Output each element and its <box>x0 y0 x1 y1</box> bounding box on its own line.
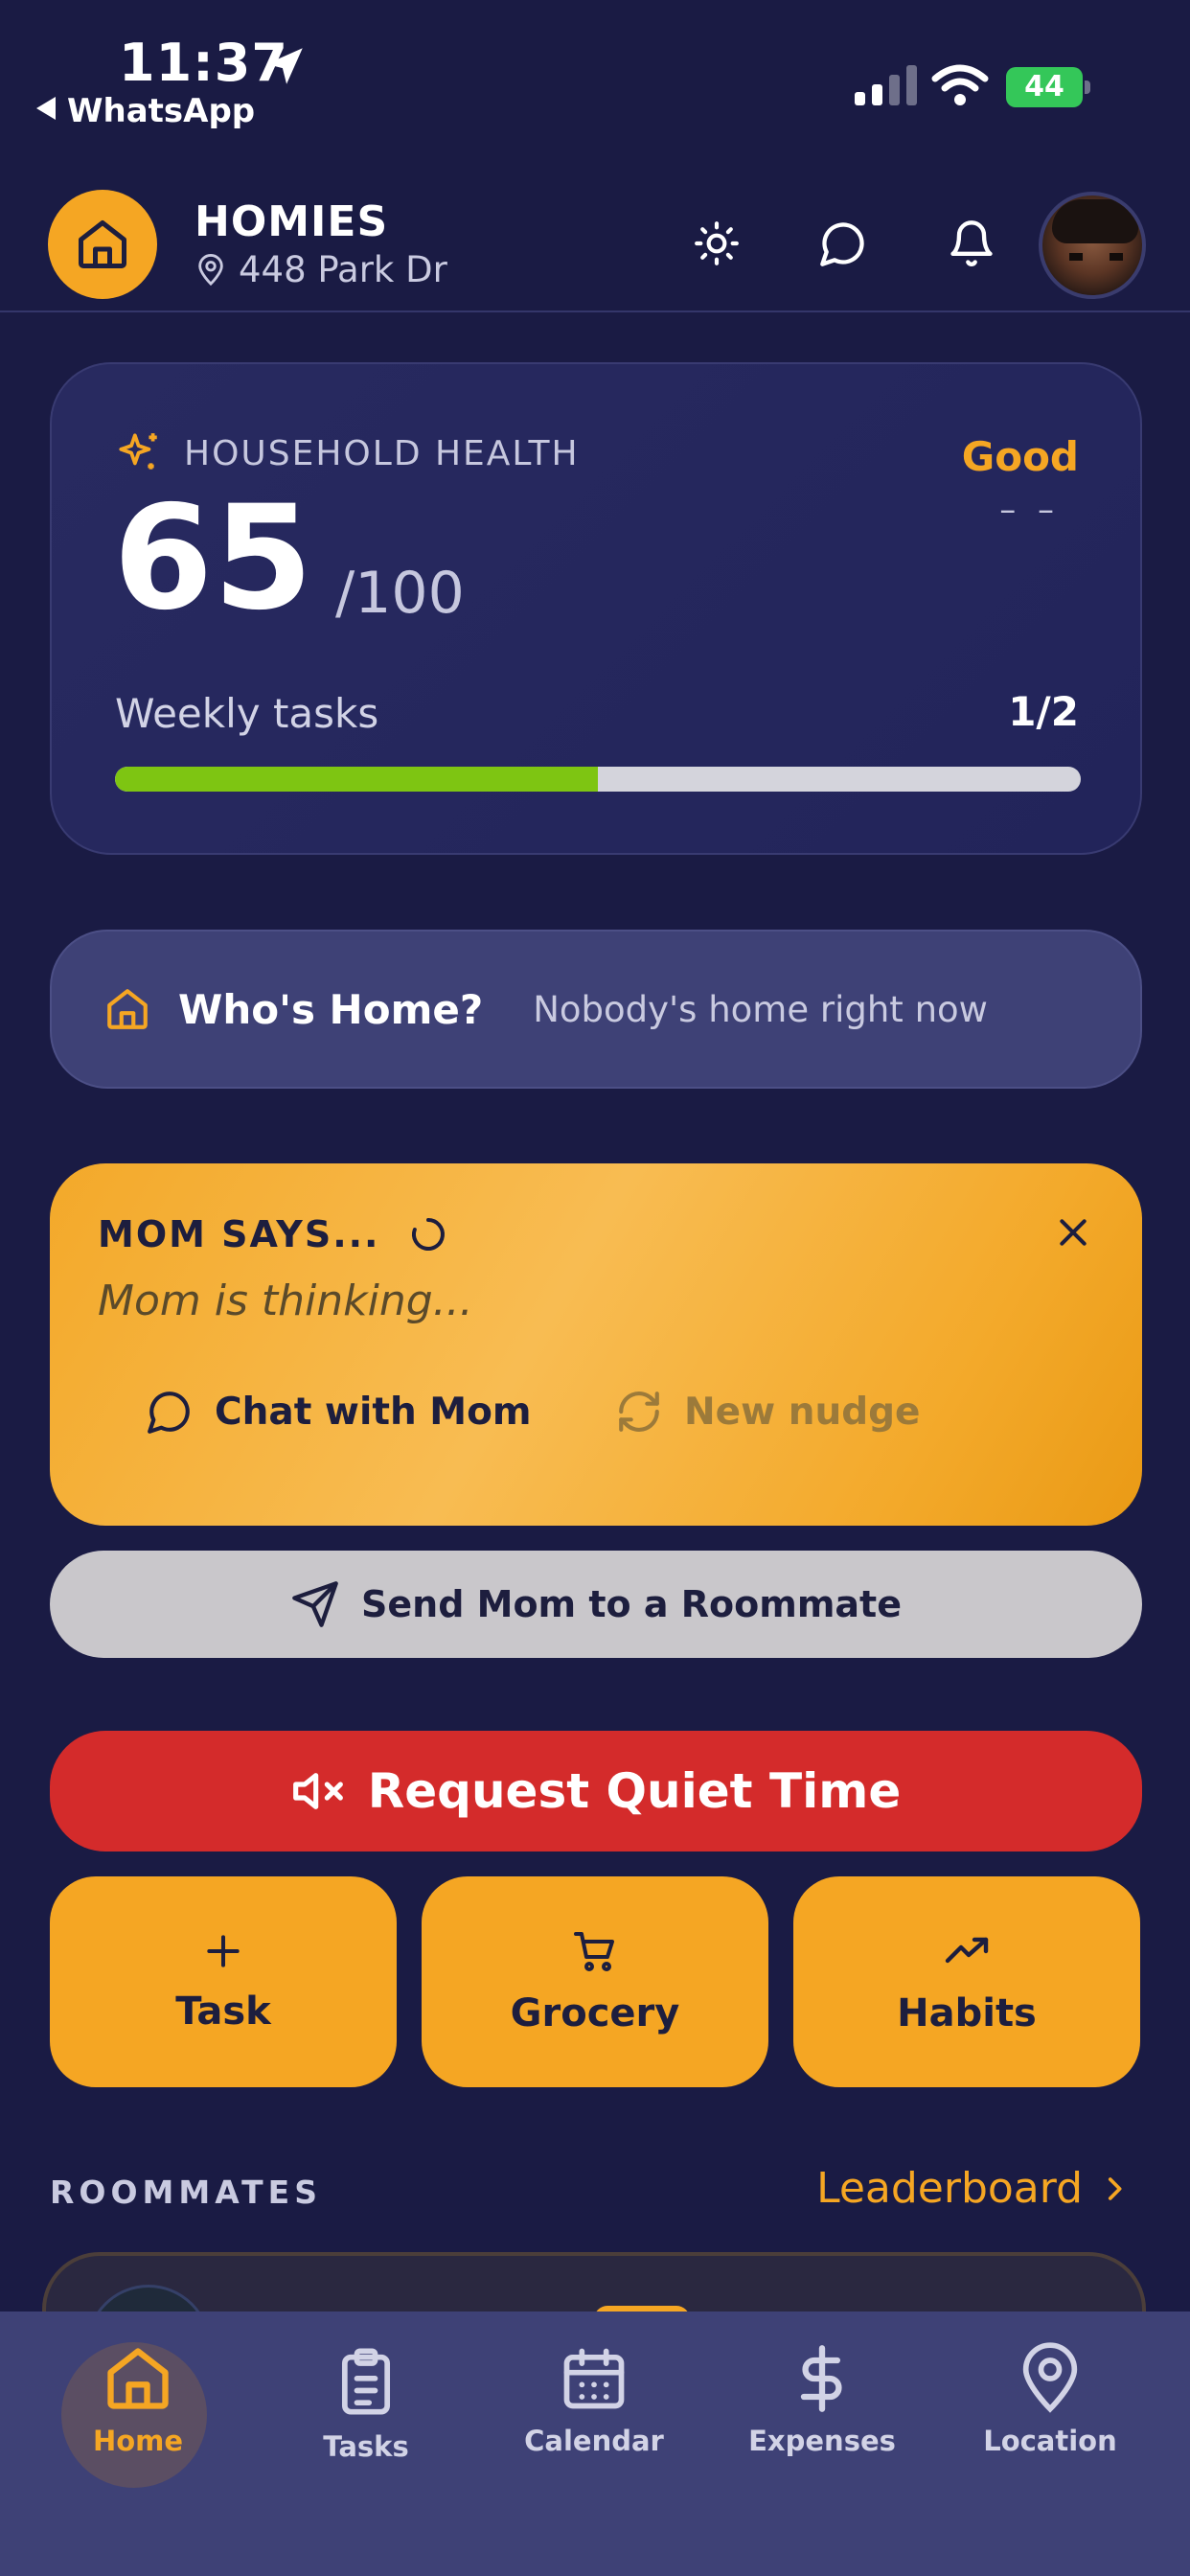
health-score: 65 <box>113 475 313 642</box>
chevron-right-icon <box>1108 2176 1122 2200</box>
messages-button[interactable] <box>814 215 872 272</box>
bottom-nav: Home Tasks Calendar Expenses Location <box>0 2312 1190 2576</box>
nav-location[interactable]: Location <box>954 2312 1146 2494</box>
weekly-tasks-count: 1/2 <box>1008 688 1079 735</box>
weekly-tasks-progress <box>115 767 1081 792</box>
cart-icon <box>574 1932 614 1971</box>
address-text: 448 Park Dr <box>239 249 447 290</box>
notifications-button[interactable] <box>943 215 1000 272</box>
whos-home-title: Who's Home? <box>178 985 484 1033</box>
habits-button[interactable]: Habits <box>793 1876 1140 2087</box>
send-mom-to-roommate-button[interactable]: Send Mom to a Roommate <box>50 1551 1142 1658</box>
weekly-tasks-progress-fill <box>115 767 598 792</box>
request-quiet-time-button[interactable]: Request Quiet Time <box>50 1731 1142 1852</box>
nav-tasks[interactable]: Tasks <box>270 2312 462 2494</box>
back-arrow-icon <box>36 97 56 120</box>
nav-home[interactable]: Home <box>42 2312 234 2494</box>
refresh-icon <box>619 1392 659 1432</box>
nav-location-label: Location <box>983 2425 1117 2457</box>
household-health-card[interactable]: HOUSEHOLD HEALTH 65 /100 Good – – Weekly… <box>50 362 1142 855</box>
calendar-icon <box>563 2348 625 2409</box>
back-app-label: WhatsApp <box>67 92 256 130</box>
health-score-max: /100 <box>335 560 465 627</box>
send-mom-label: Send Mom to a Roommate <box>361 1583 902 1625</box>
nav-home-label: Home <box>92 2425 184 2457</box>
leaderboard-link[interactable]: Leaderboard <box>816 2164 1131 2213</box>
trending-up-icon <box>945 1937 989 1964</box>
leaderboard-label: Leaderboard <box>816 2164 1083 2213</box>
health-label: HOUSEHOLD HEALTH <box>115 429 580 477</box>
sun-icon <box>695 221 739 265</box>
chat-with-mom-label: Chat with Mom <box>215 1390 532 1434</box>
habits-label: Habits <box>897 1991 1037 2036</box>
close-icon <box>1060 1219 1087 1246</box>
loading-spinner-icon <box>411 1218 445 1251</box>
add-task-button[interactable]: Task <box>50 1876 397 2087</box>
home-icon <box>79 220 126 268</box>
household-name: HOMIES <box>195 197 389 246</box>
grocery-label: Grocery <box>510 1991 680 2036</box>
dollar-icon <box>800 2345 842 2412</box>
add-task-label: Task <box>175 1990 271 2034</box>
weekly-tasks-label: Weekly tasks <box>115 690 379 737</box>
clipboard-icon <box>341 2348 391 2415</box>
plus-icon <box>207 1935 240 1967</box>
household-address: 448 Park Dr <box>195 249 447 290</box>
cellular-signal-icon <box>855 65 917 105</box>
wifi-icon <box>931 64 989 105</box>
profile-avatar[interactable] <box>1039 192 1146 299</box>
back-to-app-link[interactable]: WhatsApp <box>36 92 255 130</box>
chat-with-mom-button[interactable]: Chat with Mom <box>146 1388 532 1436</box>
battery-indicator: 44 <box>1006 67 1090 107</box>
chat-bubble-icon <box>148 1392 190 1434</box>
mom-message: Mom is thinking... <box>98 1276 473 1325</box>
new-nudge-button[interactable]: New nudge <box>615 1388 921 1436</box>
health-status: Good <box>961 433 1079 480</box>
mom-says-title-text: MOM SAYS... <box>98 1213 380 1255</box>
nav-expenses[interactable]: Expenses <box>726 2312 918 2494</box>
theme-toggle-button[interactable] <box>688 215 745 272</box>
sparkles-icon <box>119 433 157 470</box>
battery-level: 44 <box>1006 67 1083 107</box>
status-bar: 11:37 WhatsApp 44 <box>0 0 1190 144</box>
volume-mute-icon <box>292 1773 343 1809</box>
household-logo[interactable] <box>48 190 157 299</box>
whos-home-card[interactable]: Who's Home? Nobody's home right now <box>50 930 1142 1089</box>
nav-expenses-label: Expenses <box>748 2425 896 2457</box>
app-header: HOMIES 448 Park Dr <box>0 182 1190 312</box>
close-mom-card-button[interactable] <box>1044 1204 1102 1261</box>
mom-says-card: MOM SAYS... Mom is thinking... Chat with… <box>50 1163 1142 1526</box>
health-label-text: HOUSEHOLD HEALTH <box>184 433 580 473</box>
send-icon <box>292 1581 338 1627</box>
roommates-section-title: ROOMMATES <box>50 2174 322 2211</box>
location-arrow-icon <box>266 48 303 84</box>
map-pin-icon <box>198 253 223 286</box>
nav-calendar[interactable]: Calendar <box>498 2312 690 2494</box>
nav-calendar-label: Calendar <box>524 2425 664 2457</box>
chat-bubble-icon <box>820 222 864 266</box>
home-icon <box>107 2348 169 2409</box>
bell-icon <box>950 220 993 266</box>
mom-says-title: MOM SAYS... <box>98 1213 447 1255</box>
whos-home-status: Nobody's home right now <box>533 988 988 1030</box>
quiet-time-label: Request Quiet Time <box>367 1763 902 1819</box>
new-nudge-label: New nudge <box>684 1390 921 1434</box>
map-pin-icon <box>1022 2342 1078 2413</box>
nav-tasks-label: Tasks <box>323 2430 409 2463</box>
grocery-button[interactable]: Grocery <box>422 1876 768 2087</box>
health-trend: – – <box>999 491 1060 529</box>
home-icon <box>107 989 148 1029</box>
